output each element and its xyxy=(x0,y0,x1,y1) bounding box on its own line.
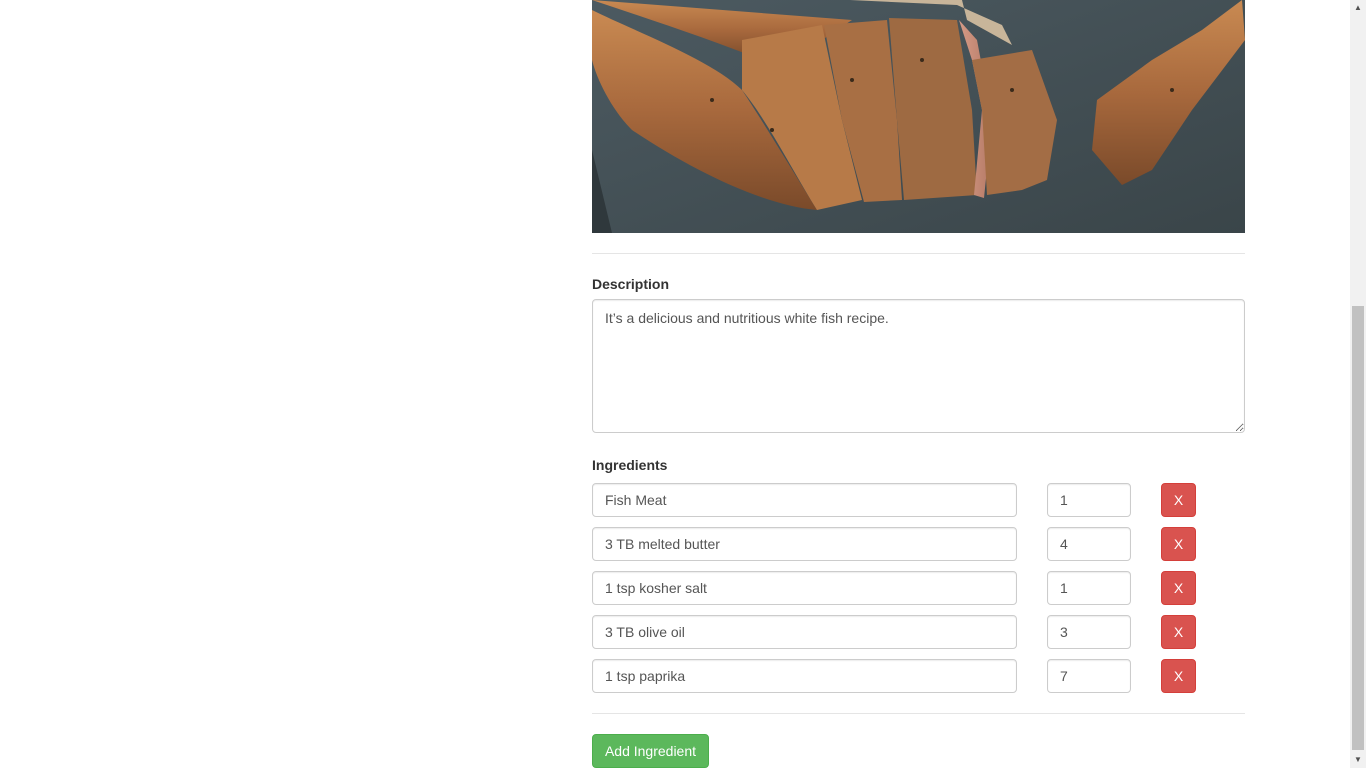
remove-ingredient-button[interactable]: X xyxy=(1161,615,1196,649)
vertical-scrollbar[interactable]: ▲ ▼ xyxy=(1350,0,1366,768)
recipe-image xyxy=(592,0,1245,233)
divider-bottom xyxy=(592,713,1245,714)
recipe-page: Description It’s a delicious and nutriti… xyxy=(0,0,1350,768)
divider-top xyxy=(592,253,1245,254)
ingredient-row: X xyxy=(592,483,1245,517)
ingredient-row: X xyxy=(592,571,1245,605)
ingredient-row: X xyxy=(592,615,1245,649)
ingredient-quantity-input[interactable] xyxy=(1047,483,1131,517)
remove-ingredient-button[interactable]: X xyxy=(1161,527,1196,561)
description-label: Description xyxy=(592,276,670,292)
ingredient-name-input[interactable] xyxy=(592,483,1017,517)
ingredients-label: Ingredients xyxy=(592,457,668,473)
remove-ingredient-button[interactable]: X xyxy=(1161,571,1196,605)
description-textarea[interactable]: It’s a delicious and nutritious white fi… xyxy=(592,299,1245,433)
ingredient-quantity-input[interactable] xyxy=(1047,571,1131,605)
ingredient-quantity-input[interactable] xyxy=(1047,615,1131,649)
remove-ingredient-button[interactable]: X xyxy=(1161,659,1196,693)
ingredient-name-input[interactable] xyxy=(592,615,1017,649)
up-arrow-icon[interactable]: ▲ xyxy=(1350,0,1366,16)
ingredient-row: X xyxy=(592,659,1245,693)
add-ingredient-button[interactable]: Add Ingredient xyxy=(592,734,709,768)
ingredient-name-input[interactable] xyxy=(592,659,1017,693)
ingredient-quantity-input[interactable] xyxy=(1047,527,1131,561)
down-arrow-icon[interactable]: ▼ xyxy=(1350,752,1366,768)
ingredient-quantity-input[interactable] xyxy=(1047,659,1131,693)
ingredient-name-input[interactable] xyxy=(592,527,1017,561)
scrollbar-thumb[interactable] xyxy=(1352,306,1364,750)
ingredient-row: X xyxy=(592,527,1245,561)
remove-ingredient-button[interactable]: X xyxy=(1161,483,1196,517)
ingredient-name-input[interactable] xyxy=(592,571,1017,605)
